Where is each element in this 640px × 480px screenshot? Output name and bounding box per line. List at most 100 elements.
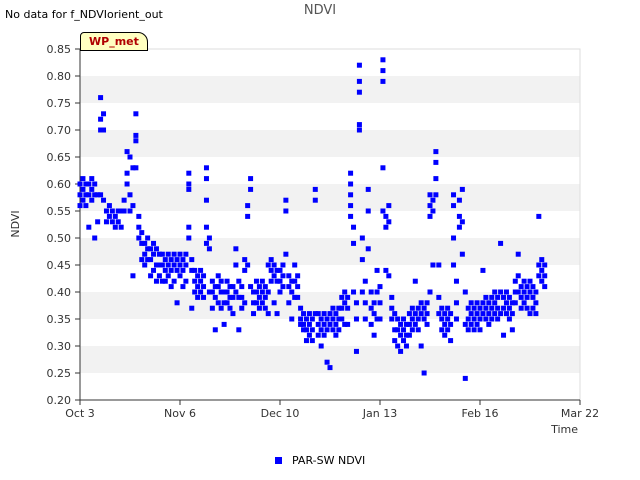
data-point [383,213,389,219]
data-point [483,316,489,322]
data-point [486,321,492,327]
station-badge: WP_met [80,32,148,51]
data-point [427,213,433,219]
data-point [348,213,354,219]
data-point [95,219,101,225]
data-point [201,284,207,290]
data-point [315,311,321,317]
data-point [389,294,395,300]
data-point [318,327,324,333]
data-point [471,316,477,322]
data-point [421,305,427,311]
data-point [109,208,115,214]
data-point [253,300,259,306]
data-point [151,251,157,257]
data-point [424,321,430,327]
data-point [442,321,448,327]
data-point [189,257,195,263]
data-point [162,257,168,263]
data-point [415,327,421,333]
data-point [445,327,451,333]
data-point [512,278,518,284]
data-point [503,289,509,295]
data-point [115,219,121,225]
data-point [368,305,374,311]
x-tick-label: Jan 13 [362,407,397,420]
data-point [112,224,118,230]
data-point [309,327,315,333]
data-point [286,300,292,306]
data-point [380,68,386,74]
data-point [98,116,104,122]
data-point [462,321,468,327]
data-point [203,176,209,182]
data-point [471,327,477,333]
data-point [183,278,189,284]
data-point [380,165,386,171]
y-tick-label: 0.45 [47,259,72,272]
data-point [206,235,212,241]
data-point [209,289,215,295]
data-point [289,289,295,295]
data-point [192,278,198,284]
data-point [439,305,445,311]
data-point [439,316,445,322]
data-point [327,311,333,317]
data-point [242,300,248,306]
data-point [518,305,524,311]
data-point [265,311,271,317]
data-point [206,246,212,252]
legend-label: PAR-SW NDVI [292,454,366,467]
data-point [521,289,527,295]
data-point [406,332,412,338]
data-point [101,197,107,203]
y-tick-label: 0.70 [47,124,72,137]
data-point [333,321,339,327]
data-point [430,197,436,203]
data-point [103,219,109,225]
data-point [315,321,321,327]
data-point [321,311,327,317]
data-point [198,278,204,284]
data-point [256,305,262,311]
y-tick-label: 0.75 [47,97,72,110]
data-point [89,186,95,192]
data-point [492,311,498,317]
data-point [80,176,86,182]
data-point [168,257,174,263]
data-point [524,284,530,290]
data-point [127,208,133,214]
data-point [239,294,245,300]
data-point [192,289,198,295]
data-point [421,316,427,322]
data-point [495,305,501,311]
data-point [451,192,457,198]
data-point [192,267,198,273]
data-point [318,316,324,322]
data-point [136,235,142,241]
data-point [398,348,404,354]
data-point [165,262,171,268]
data-point [380,208,386,214]
data-point [209,278,215,284]
data-point [353,348,359,354]
data-point [253,278,259,284]
data-point [198,289,204,295]
data-point [342,289,348,295]
data-point [406,321,412,327]
y-tick-label: 0.60 [47,178,72,191]
data-point [186,235,192,241]
grid-band [80,157,580,184]
data-point [183,262,189,268]
data-point [186,186,192,192]
data-point [453,316,459,322]
data-point [142,240,148,246]
data-point [536,262,542,268]
data-point [142,262,148,268]
data-point [406,311,412,317]
data-point [180,284,186,290]
data-point [530,305,536,311]
data-point [165,251,171,257]
y-tick-label: 0.30 [47,340,72,353]
data-point [245,213,251,219]
